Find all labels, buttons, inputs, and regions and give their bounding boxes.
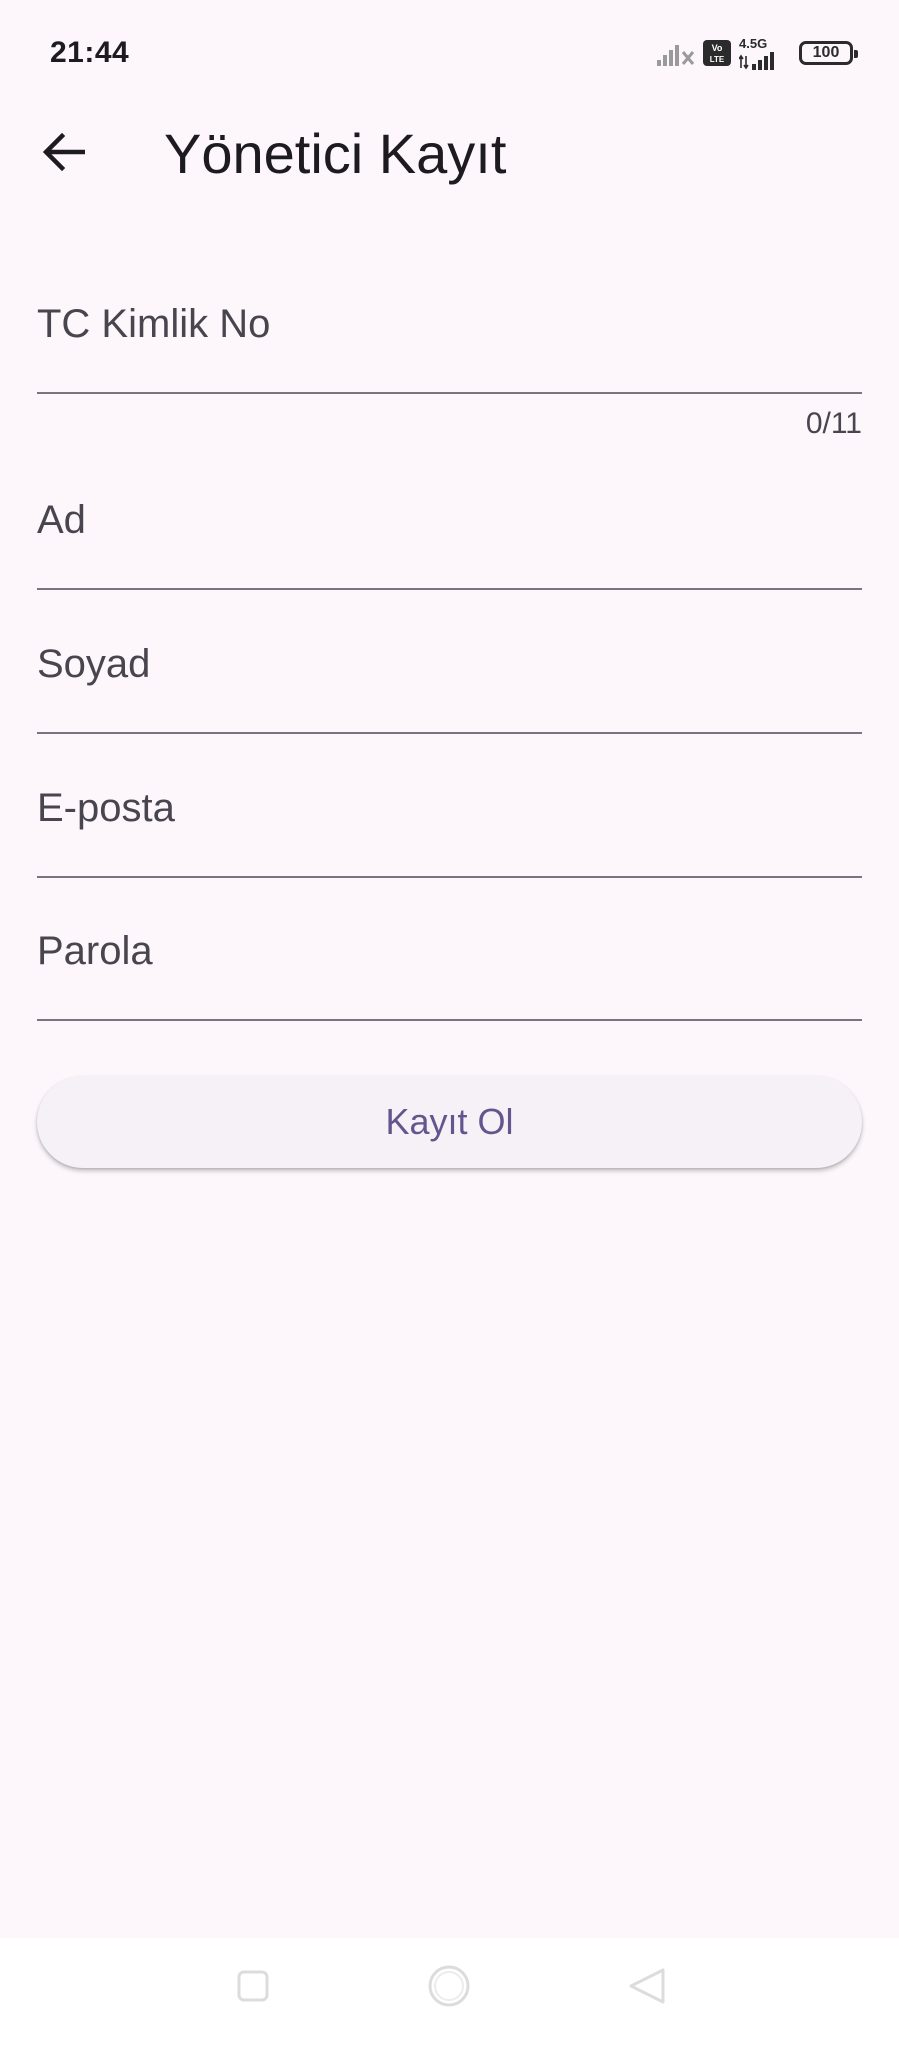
last-name-underline	[37, 732, 862, 734]
screen: 21:44 Vo LTE 4.5G 100 Yönetici Kayıt TC …	[0, 0, 899, 2048]
arrow-back-icon	[42, 132, 86, 176]
status-icons: Vo LTE 4.5G 100	[657, 37, 858, 70]
square-icon	[233, 1966, 273, 2011]
first-name-input[interactable]	[37, 490, 862, 550]
mobile-signal-icon: 4.5G	[739, 37, 781, 70]
tc-underline	[37, 392, 862, 394]
password-input[interactable]	[37, 921, 862, 981]
tc-field[interactable]: TC Kimlik No 0/11	[37, 290, 862, 450]
tc-input[interactable]	[37, 294, 862, 354]
email-underline	[37, 876, 862, 878]
triangle-back-icon	[625, 1964, 669, 2013]
tc-character-counter: 0/11	[805, 407, 862, 440]
app-bar: Yönetici Kayıt	[0, 108, 899, 192]
circle-icon	[425, 1962, 473, 2015]
recents-button[interactable]	[218, 1958, 288, 2018]
system-navigation-bar	[0, 1938, 899, 2048]
register-button[interactable]: Kayıt Ol	[37, 1076, 862, 1168]
last-name-input[interactable]	[37, 634, 862, 694]
first-name-field[interactable]: Ad	[37, 486, 862, 592]
password-field[interactable]: Parola	[37, 917, 862, 1023]
status-bar: 21:44 Vo LTE 4.5G 100	[0, 0, 899, 108]
first-name-underline	[37, 588, 862, 590]
status-time: 21:44	[50, 36, 130, 69]
svg-text:LTE: LTE	[710, 55, 725, 64]
signal-off-icon	[657, 40, 695, 66]
email-field[interactable]: E-posta	[37, 774, 862, 880]
page-title: Yönetici Kayıt	[164, 122, 507, 185]
volte-icon: Vo LTE	[703, 40, 731, 66]
battery-icon: 100	[799, 41, 858, 65]
last-name-field[interactable]: Soyad	[37, 630, 862, 736]
back-nav-button[interactable]	[612, 1958, 682, 2018]
email-input[interactable]	[37, 778, 862, 838]
svg-text:Vo: Vo	[712, 43, 723, 53]
back-button[interactable]	[30, 120, 98, 188]
network-type-label: 4.5G	[739, 35, 768, 51]
home-button[interactable]	[414, 1958, 484, 2018]
password-underline	[37, 1019, 862, 1021]
